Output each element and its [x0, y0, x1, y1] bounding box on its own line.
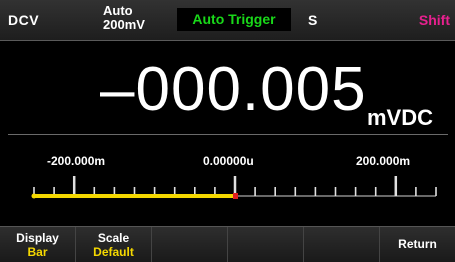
- status-bar: DCV Auto 200mV Auto Trigger S Shift: [0, 0, 455, 41]
- softkey-return-label: Return: [398, 237, 437, 251]
- softkey-return[interactable]: Return: [380, 227, 455, 262]
- shift-flag: Shift: [418, 12, 450, 28]
- trigger-status: Auto Trigger: [177, 8, 291, 31]
- softkey-display[interactable]: Display Bar: [0, 227, 76, 262]
- softkey-scale[interactable]: Scale Default: [76, 227, 152, 262]
- bar-start-cap: [31, 193, 37, 199]
- softkey-bar: Display Bar Scale Default Return: [0, 226, 455, 262]
- range-indicator: Auto 200mV: [103, 4, 145, 32]
- range-auto: Auto: [103, 3, 133, 18]
- bar-graph: [31, 176, 437, 199]
- bar-value-marker: [232, 193, 238, 199]
- s-flag: S: [308, 12, 318, 28]
- range-value: 200mV: [103, 17, 145, 32]
- bar-scale-max-label: 200.000m: [356, 154, 411, 168]
- softkey-5[interactable]: [304, 227, 380, 262]
- bar-scale-center-label: 0.00000u: [203, 154, 254, 168]
- softkey-scale-value: Default: [93, 245, 134, 259]
- softkey-3[interactable]: [152, 227, 228, 262]
- divider: [8, 134, 448, 135]
- reading-unit: mVDC: [367, 105, 434, 130]
- main-reading: –000.005: [100, 55, 367, 124]
- softkey-display-label: Display: [16, 231, 59, 245]
- softkey-display-value: Bar: [27, 245, 48, 259]
- bar-fill: [34, 194, 235, 198]
- softkey-4[interactable]: [228, 227, 304, 262]
- softkey-scale-label: Scale: [97, 231, 130, 245]
- bar-scale-min-label: -200.000m: [47, 154, 106, 168]
- measurement-mode: DCV: [8, 12, 40, 28]
